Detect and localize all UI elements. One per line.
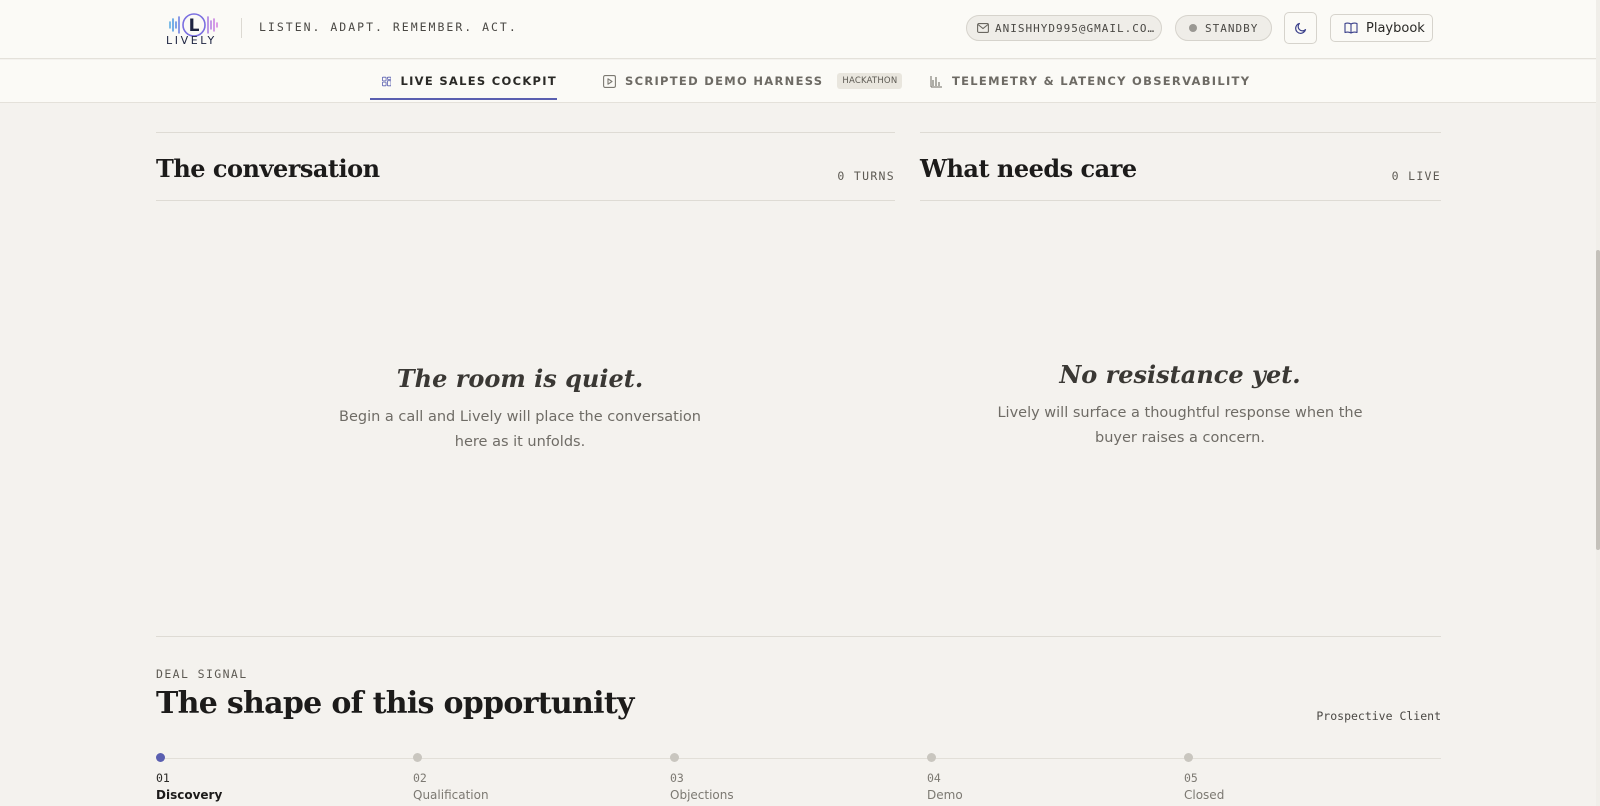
stage-name: Closed (1184, 788, 1225, 802)
account-email-pill[interactable]: ANISHHYD995@GMAIL.COM (966, 15, 1162, 41)
client-label: Prospective Client (1316, 709, 1441, 723)
care-empty-text: Lively will surface a thoughtful respons… (997, 405, 1363, 446)
stage-closed[interactable]: 05 Closed (1184, 753, 1384, 802)
brand-name: LIVELY (166, 34, 217, 47)
tab-bar: LIVE SALES COCKPIT SCRIPTED DEMO HARNESS… (0, 60, 1596, 103)
conversation-empty-text: Begin a call and Lively will place the c… (339, 409, 701, 450)
tab-telemetry[interactable]: TELEMETRY & LATENCY OBSERVABILITY (930, 60, 1250, 102)
deal-eyebrow: DEAL SIGNAL (156, 667, 248, 681)
stage-qualification[interactable]: 02 Qualification (413, 753, 613, 802)
stage-number: 01 (156, 771, 170, 785)
stage-dot (156, 753, 165, 762)
care-empty-title: No resistance yet. (1059, 360, 1301, 389)
book-open-icon (1344, 22, 1358, 34)
page-scrollbar[interactable] (1596, 0, 1600, 806)
live-count: 0 LIVE (1391, 169, 1441, 183)
scroll-thumb[interactable] (1596, 250, 1600, 550)
stage-number: 03 (670, 771, 684, 785)
stage-number: 05 (1184, 771, 1198, 785)
stage-number: 04 (927, 771, 941, 785)
playbook-label: Playbook (1366, 20, 1425, 36)
stage-dot (1184, 753, 1193, 762)
stage-name: Demo (927, 788, 963, 802)
brand-divider (241, 18, 242, 38)
divider (156, 132, 895, 133)
tab-label: TELEMETRY & LATENCY OBSERVABILITY (952, 74, 1251, 88)
theme-toggle-button[interactable] (1284, 12, 1317, 44)
moon-icon (1294, 22, 1306, 34)
deal-title: The shape of this opportunity (156, 686, 634, 721)
stage-name: Objections (670, 788, 734, 802)
stage-name: Discovery (156, 788, 223, 802)
svg-text:L: L (189, 16, 200, 36)
status-badge: STANDBY (1175, 15, 1272, 41)
turn-count: 0 TURNS (837, 169, 895, 183)
stage-dot (670, 753, 679, 762)
stage-number: 02 (413, 771, 427, 785)
divider (156, 200, 895, 201)
bar-chart-icon (930, 75, 942, 88)
tab-live-sales-cockpit[interactable]: LIVE SALES COCKPIT (370, 60, 557, 102)
top-bar: L LIVELY LISTEN. ADAPT. REMEMBER. ACT. A… (0, 0, 1596, 59)
divider (920, 200, 1441, 201)
play-square-icon (603, 74, 616, 88)
tagline: LISTEN. ADAPT. REMEMBER. ACT. (259, 20, 518, 34)
stage-dot (413, 753, 422, 762)
care-title: What needs care (920, 154, 1137, 183)
hackathon-badge: HACKATHON (837, 73, 903, 89)
status-dot-icon (1189, 24, 1197, 32)
divider (920, 132, 1441, 133)
stage-demo[interactable]: 04 Demo (927, 753, 1127, 802)
tab-scripted-demo-harness[interactable]: SCRIPTED DEMO HARNESS HACKATHON (603, 60, 903, 102)
conversation-title: The conversation (156, 154, 380, 183)
mail-icon (977, 23, 989, 33)
stage-objections[interactable]: 03 Objections (670, 753, 870, 802)
playbook-button[interactable]: Playbook (1330, 14, 1433, 42)
conversation-empty-title: The room is quiet. (396, 364, 644, 393)
account-email: ANISHHYD995@GMAIL.COM (995, 21, 1155, 35)
tab-label: SCRIPTED DEMO HARNESS (625, 74, 824, 88)
divider (156, 636, 1441, 637)
stage-discovery[interactable]: 01 Discovery (156, 753, 356, 802)
dashboard-icon (382, 76, 392, 86)
stage-dot (927, 753, 936, 762)
stage-name: Qualification (413, 788, 489, 802)
status-label: STANDBY (1205, 21, 1259, 35)
tab-label: LIVE SALES COCKPIT (400, 74, 557, 88)
